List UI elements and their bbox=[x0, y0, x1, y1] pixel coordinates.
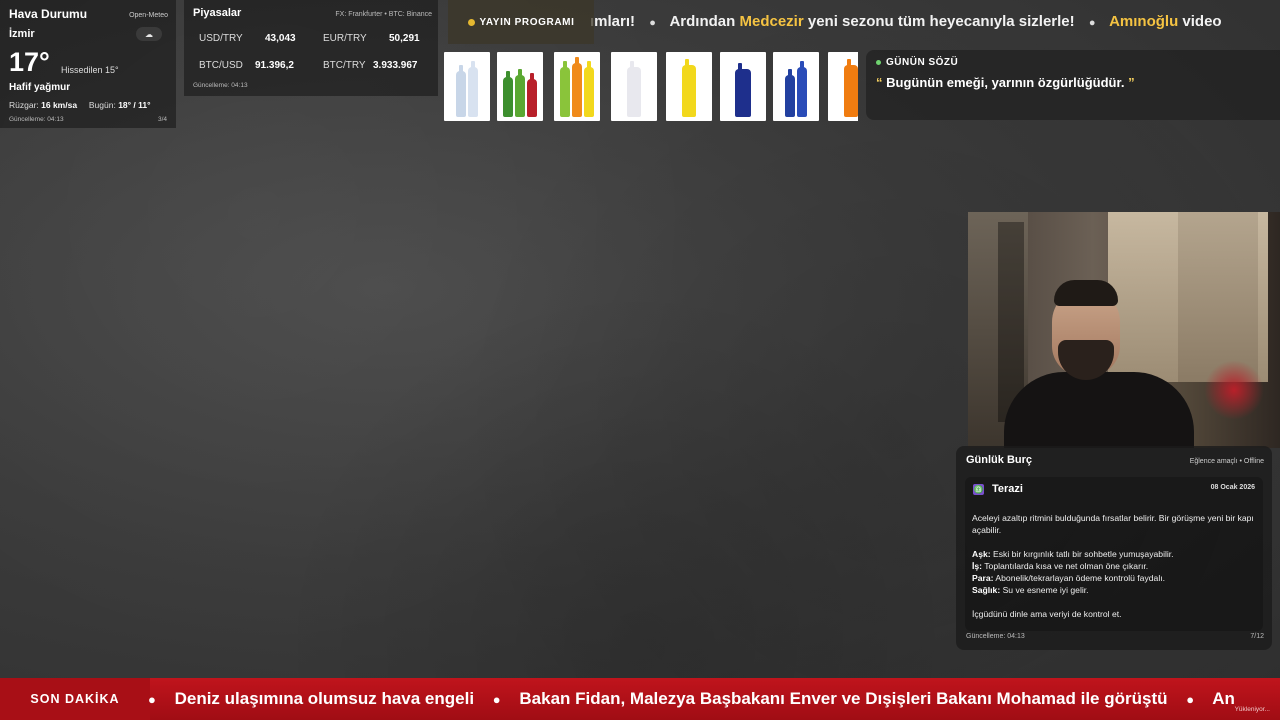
top-ticker-track: ımları! ● Ardından Medcezir yeni sezonu … bbox=[590, 13, 1222, 30]
markets-updated: Güncelleme: 04:13 bbox=[193, 82, 248, 89]
today-label: Bugün: bbox=[88, 100, 116, 110]
ticker-text: video bbox=[1182, 13, 1222, 30]
webcam-feed bbox=[968, 212, 1280, 448]
quote-label-text: GÜNÜN SÖZÜ bbox=[886, 57, 959, 68]
news-item: Bakan Fidan, Malezya Başbakanı Enver ve … bbox=[519, 689, 1168, 708]
product-image bbox=[773, 52, 819, 121]
product-image bbox=[666, 52, 712, 121]
horoscope-page-indicator: 7/12 bbox=[1250, 633, 1264, 640]
market-label: EUR/TRY bbox=[323, 33, 367, 44]
product-image bbox=[554, 52, 600, 121]
wind-value: 16 km/sa bbox=[41, 100, 78, 110]
weather-temperature: 17° bbox=[9, 47, 50, 77]
market-item: USD/TRY 43,043 bbox=[199, 33, 296, 44]
horoscope-updated: Güncelleme: 04:13 bbox=[966, 633, 1025, 640]
weather-updated: Güncelleme: 04:13 bbox=[9, 116, 64, 123]
market-item: BTC/TRY 3.933.967 bbox=[323, 60, 418, 71]
market-value: 43,043 bbox=[265, 33, 296, 44]
market-item: EUR/TRY 50,291 bbox=[323, 33, 420, 44]
ticker-highlight: Medcezir bbox=[739, 13, 804, 30]
markets-source: FX: Frankfurter • BTC: Binance bbox=[335, 11, 432, 18]
product-image bbox=[720, 52, 766, 121]
close-quote-icon: ” bbox=[1128, 75, 1135, 90]
bullet-icon: ● bbox=[148, 692, 156, 707]
horoscope-widget: Günlük Burç Eğlence amaçlı • Offline ♎ T… bbox=[956, 446, 1272, 650]
weather-condition: Hafif yağmur bbox=[9, 82, 71, 93]
markets-widget: Piyasalar FX: Frankfurter • BTC: Binance… bbox=[184, 0, 438, 96]
open-quote-icon: “ bbox=[876, 75, 883, 90]
ticker-highlight: Amınoğlu bbox=[1109, 13, 1179, 30]
horoscope-date: 08 Ocak 2026 bbox=[1210, 484, 1255, 491]
sign-row: ♎ Terazi bbox=[973, 483, 1023, 495]
horoscope-advice: İçgüdünü dinle ama veriyi de kontrol et. bbox=[972, 609, 1122, 619]
ticker-text: ımları! bbox=[590, 13, 636, 30]
quote-label: GÜNÜN SÖZÜ bbox=[876, 57, 1270, 68]
breaking-news-label: SON DAKİKA bbox=[0, 678, 150, 720]
today-value: 18° / 11° bbox=[118, 100, 151, 110]
news-item: Deniz ulaşımına olumsuz hava engeli bbox=[174, 689, 475, 708]
horoscope-body: Aceleyi azaltıp ritmini bulduğunda fırsa… bbox=[972, 512, 1258, 632]
market-label: BTC/TRY bbox=[323, 60, 366, 71]
bullet-icon: ● bbox=[1088, 17, 1096, 29]
market-label: USD/TRY bbox=[199, 33, 243, 44]
breaking-news-bar: SON DAKİKA ● Deniz ulaşımına olumsuz hav… bbox=[0, 678, 1280, 720]
status-dot-icon bbox=[876, 60, 881, 65]
product-image bbox=[611, 52, 657, 121]
weather-source: Open-Meteo bbox=[129, 12, 168, 19]
weather-page-indicator: 3/4 bbox=[157, 116, 167, 123]
bullet-icon: ● bbox=[649, 17, 656, 29]
product-image bbox=[444, 52, 490, 121]
ticker-text: Ardından bbox=[669, 13, 736, 30]
horoscope-line: Sağlık: Su ve esneme iyi gelir. bbox=[972, 585, 1089, 595]
product-image bbox=[828, 52, 858, 121]
market-value: 50,291 bbox=[389, 33, 420, 44]
horoscope-line: İş: Toplantılarda kısa ve net olman öne … bbox=[972, 561, 1149, 571]
horoscope-status: Eğlence amaçlı • Offline bbox=[1189, 458, 1264, 465]
bullet-icon: ● bbox=[492, 692, 501, 707]
horoscope-line: Aşk: Eski bir kırgınlık tatlı bir sohbet… bbox=[972, 549, 1174, 559]
market-value: 91.396,2 bbox=[255, 60, 294, 71]
breaking-news-track: ● Deniz ulaşımına olumsuz hava engeli ● … bbox=[148, 689, 1235, 709]
news-item: An bbox=[1212, 689, 1235, 708]
weather-wind-row: Rüzgar: 16 km/sa Bugün: 18° / 11° bbox=[9, 100, 151, 110]
market-label: BTC/USD bbox=[199, 60, 243, 71]
product-image bbox=[497, 52, 543, 121]
market-item: BTC/USD 91.396,2 bbox=[199, 60, 294, 71]
libra-icon: ♎ bbox=[973, 483, 984, 495]
product-strip bbox=[444, 52, 858, 122]
weather-widget: Hava Durumu Open-Meteo İzmir ☁ 17° Hisse… bbox=[0, 0, 176, 128]
horoscope-card: ♎ Terazi 08 Ocak 2026 Aceleyi azaltıp ri… bbox=[965, 477, 1263, 631]
horoscope-line: Para: Abonelik/tekrarlayan ödeme kontrol… bbox=[972, 573, 1166, 583]
quote-text: Bugünün emeği, yarının özgürlüğüdür. bbox=[886, 75, 1125, 90]
bullet-icon: ● bbox=[1186, 692, 1195, 707]
ticker-text: yeni sezonu tüm heyecanıyla sizlerle! bbox=[807, 13, 1075, 30]
quote-text-row: “ Bugünün emeği, yarının özgürlüğüdür. ” bbox=[876, 75, 1270, 90]
program-schedule-button[interactable]: YAYIN PROGRAMI bbox=[448, 0, 594, 44]
loading-text: Yükleniyor... bbox=[1234, 706, 1270, 713]
program-button-label: YAYIN PROGRAMI bbox=[479, 16, 575, 28]
cloud-rain-icon: ☁ bbox=[136, 27, 162, 41]
weather-feels-like: Hissedilen 15° bbox=[61, 65, 119, 75]
quote-of-day: GÜNÜN SÖZÜ “ Bugünün emeği, yarının özgü… bbox=[866, 50, 1280, 120]
live-dot-icon bbox=[467, 18, 475, 26]
sign-name: Terazi bbox=[992, 483, 1023, 495]
market-value: 3.933.967 bbox=[373, 60, 418, 71]
horoscope-intro: Aceleyi azaltıp ritmini bulduğunda fırsa… bbox=[972, 513, 1254, 535]
wind-label: Rüzgar: bbox=[9, 100, 39, 110]
